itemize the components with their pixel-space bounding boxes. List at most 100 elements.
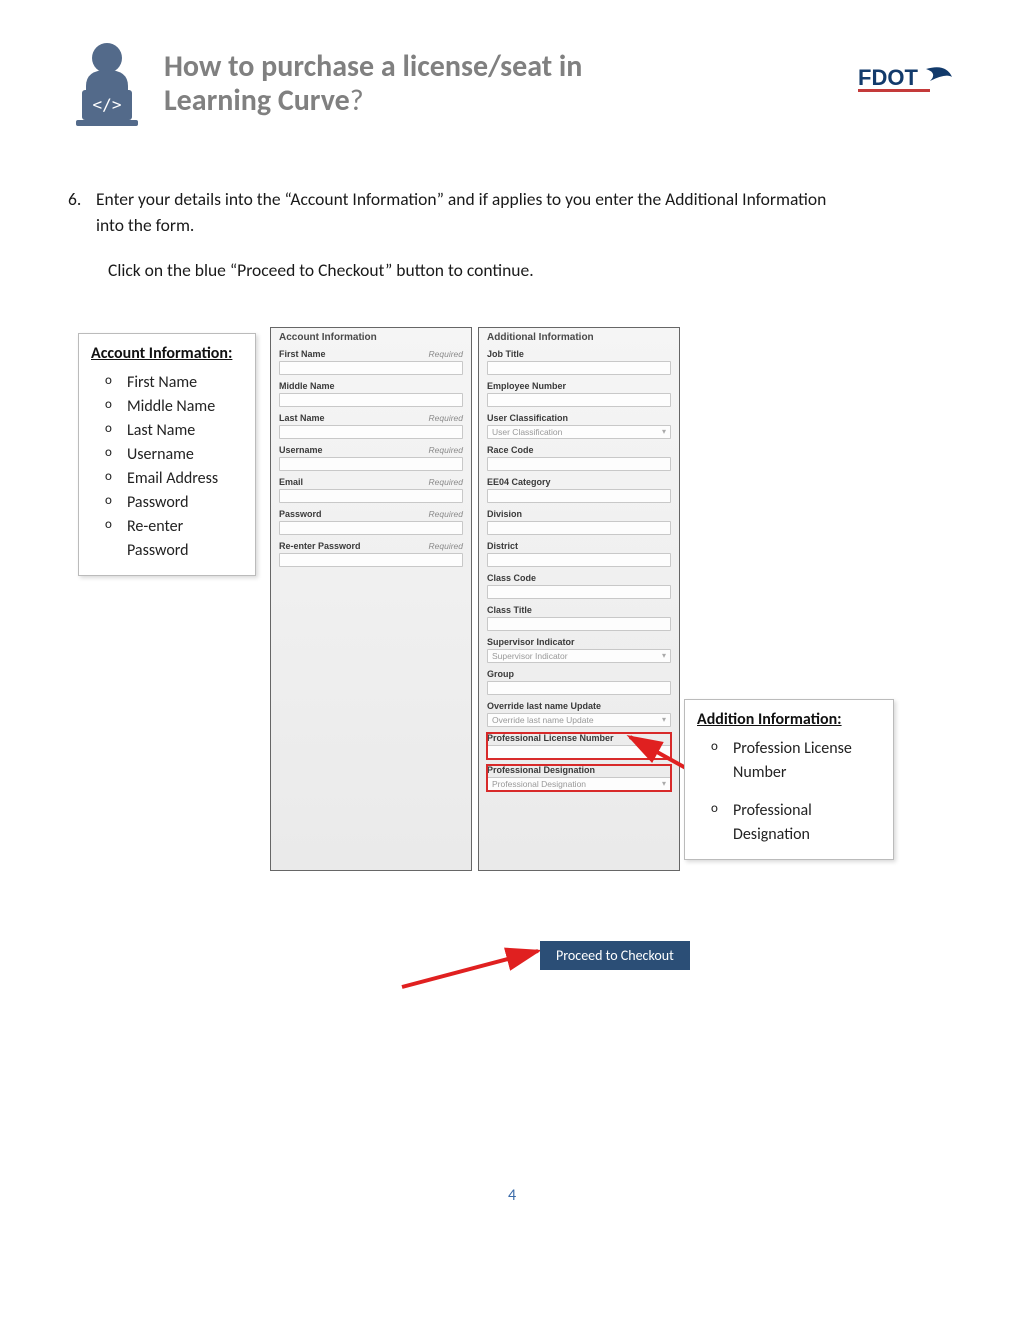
step-paragraph-1: Enter your details into the “Account Inf… xyxy=(96,186,836,239)
list-item: Email Address xyxy=(105,467,243,491)
field-label: EE04 Category xyxy=(487,477,551,487)
form-field: EmailRequired xyxy=(279,477,463,503)
required-tag: Required xyxy=(429,349,464,359)
chevron-down-icon: ▾ xyxy=(662,427,666,436)
button-row: Proceed to Checkout xyxy=(68,941,956,995)
svg-text:</>: </> xyxy=(93,95,122,114)
list-item: Last Name xyxy=(105,419,243,443)
chevron-down-icon: ▾ xyxy=(662,715,666,724)
callout-list: Profession License Number Professional D… xyxy=(697,737,881,847)
list-item: Re-enter Password xyxy=(105,515,243,563)
form-field: Re-enter Password Required xyxy=(279,541,463,567)
person-computer-icon: </> xyxy=(68,40,146,128)
form-field: Class Title xyxy=(487,605,671,631)
placeholder-text: Professional Designation xyxy=(492,779,586,789)
field-label: Middle Name xyxy=(279,381,335,391)
dropdown-input[interactable]: User Classification ▾ xyxy=(487,425,671,439)
step-paragraph-2: Click on the blue “Proceed to Checkout” … xyxy=(108,257,836,283)
fdot-logo: FDOT xyxy=(856,59,956,110)
field-label: Class Code xyxy=(487,573,536,583)
field-label: Last Name xyxy=(279,413,325,423)
callout-account-info: Account Information: First Name Middle N… xyxy=(78,333,256,576)
text-input[interactable] xyxy=(487,553,671,567)
form-field: Password Required xyxy=(279,509,463,535)
dropdown-input[interactable]: Professional Designation ▾ xyxy=(487,777,671,791)
field-label: Group xyxy=(487,669,514,679)
text-input[interactable] xyxy=(487,393,671,407)
additional-info-panel: Additional Information Job Title Employee… xyxy=(478,327,680,871)
panel-title: Additional Information xyxy=(487,332,671,343)
text-input[interactable] xyxy=(487,361,671,375)
text-input[interactable] xyxy=(487,489,671,503)
dropdown-input[interactable]: Supervisor Indicator ▾ xyxy=(487,649,671,663)
text-input[interactable] xyxy=(279,425,463,439)
field-label: Override last name Update xyxy=(487,701,601,711)
form-field: Professional License Number xyxy=(487,733,671,759)
field-label: Race Code xyxy=(487,445,534,455)
callout-additional-info: Addition Information: Profession License… xyxy=(684,699,894,860)
required-tag: Required xyxy=(429,541,464,551)
form-field: Employee Number xyxy=(487,381,671,407)
arrow-annotation-icon xyxy=(398,945,548,991)
text-input[interactable] xyxy=(279,521,463,535)
field-label: Professional Designation xyxy=(487,765,595,775)
field-label: First Name xyxy=(279,349,326,359)
text-input[interactable] xyxy=(487,585,671,599)
field-label: Re-enter Password xyxy=(279,541,361,551)
form-field: EE04 Category xyxy=(487,477,671,503)
field-label: Supervisor Indicator xyxy=(487,637,575,647)
callout-list: First Name Middle Name Last Name Usernam… xyxy=(91,371,243,563)
list-item: Middle Name xyxy=(105,395,243,419)
text-input[interactable] xyxy=(279,489,463,503)
text-input[interactable] xyxy=(487,521,671,535)
text-input[interactable] xyxy=(279,553,463,567)
text-input[interactable] xyxy=(279,393,463,407)
form-field: Last Name Required xyxy=(279,413,463,439)
list-item: Profession License Number xyxy=(711,737,881,785)
proceed-to-checkout-button[interactable]: Proceed to Checkout xyxy=(540,941,690,970)
list-item: Username xyxy=(105,443,243,467)
text-input[interactable] xyxy=(279,457,463,471)
list-item: Password xyxy=(105,491,243,515)
field-label: Username xyxy=(279,445,323,455)
required-tag: Required xyxy=(429,413,464,423)
page-number: 4 xyxy=(0,1186,1024,1205)
form-field: Class Code xyxy=(487,573,671,599)
header: </> How to purchase a license/seat in Le… xyxy=(68,40,956,128)
field-label: User Classification xyxy=(487,413,568,423)
field-label: Professional License Number xyxy=(487,733,614,743)
panel-title: Account Information xyxy=(279,332,463,343)
placeholder-text: Supervisor Indicator xyxy=(492,651,568,661)
form-field: Job Title xyxy=(487,349,671,375)
placeholder-text: User Classification xyxy=(492,427,562,437)
text-input[interactable] xyxy=(279,361,463,375)
svg-text:FDOT: FDOT xyxy=(858,65,918,90)
form-field: Username Required xyxy=(279,445,463,471)
form-field: First Name Required xyxy=(279,349,463,375)
field-label: Class Title xyxy=(487,605,532,615)
field-label: Employee Number xyxy=(487,381,566,391)
field-label: Job Title xyxy=(487,349,524,359)
account-info-panel: Account Information First Name Required Mi… xyxy=(270,327,472,871)
form-field: Middle Name xyxy=(279,381,463,407)
callout-title: Addition Information: xyxy=(697,710,881,729)
text-input[interactable] xyxy=(487,457,671,471)
field-label: Password xyxy=(279,509,322,519)
text-input[interactable] xyxy=(487,745,671,759)
list-item: Professional Designation xyxy=(711,799,881,847)
figure-area: Account Information: First Name Middle N… xyxy=(68,327,956,887)
required-tag: Required xyxy=(429,509,464,519)
form-field: User Classification User Classification ▾ xyxy=(487,413,671,439)
required-tag: Required xyxy=(429,477,464,487)
title-line-1: How to purchase a license/seat in xyxy=(164,50,838,85)
text-input[interactable] xyxy=(487,681,671,695)
form-field: Division xyxy=(487,509,671,535)
required-tag: Required xyxy=(429,445,464,455)
form-field: Group xyxy=(487,669,671,695)
text-input[interactable] xyxy=(487,617,671,631)
placeholder-text: Override last name Update xyxy=(492,715,594,725)
dropdown-input[interactable]: Override last name Update ▾ xyxy=(487,713,671,727)
form-field: Race Code xyxy=(487,445,671,471)
chevron-down-icon: ▾ xyxy=(662,779,666,788)
chevron-down-icon: ▾ xyxy=(662,651,666,660)
